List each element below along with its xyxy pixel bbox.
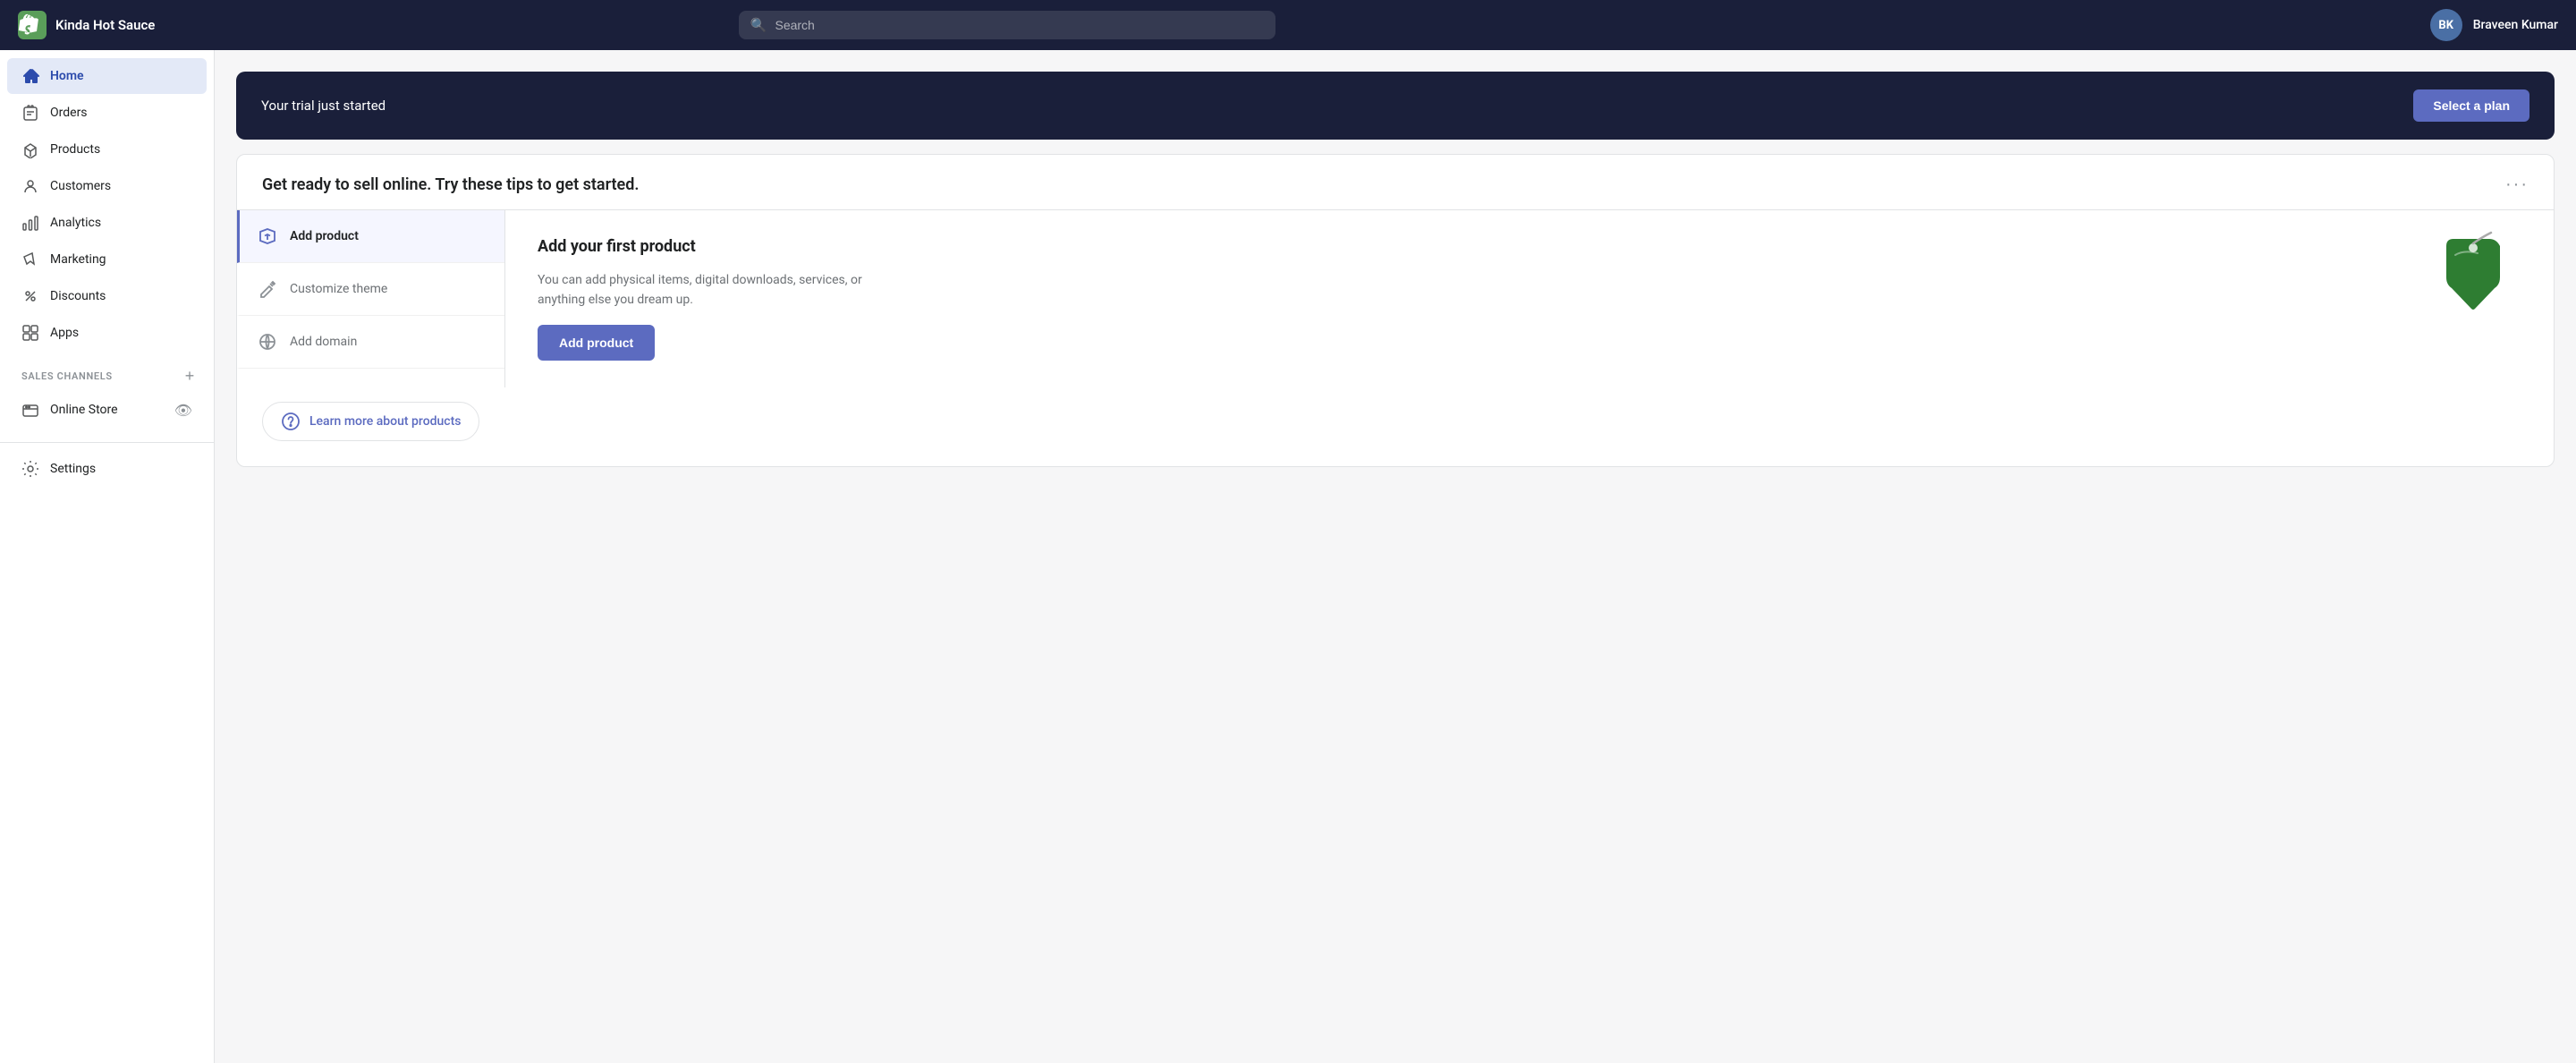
home-icon: [21, 67, 39, 85]
discounts-icon: [21, 287, 39, 305]
help-circle-icon: [281, 412, 301, 431]
learn-more-wrap: Learn more about products: [237, 387, 2554, 466]
layout: Home Orders Products Customers Analytics…: [0, 50, 2576, 1063]
sidebar-item-apps[interactable]: Apps: [7, 315, 207, 351]
sidebar-item-discounts[interactable]: Discounts: [7, 278, 207, 314]
add-sales-channel-button[interactable]: +: [180, 366, 199, 386]
online-store-icon: [21, 401, 39, 419]
tips-header: Get ready to sell online. Try these tips…: [237, 155, 2554, 209]
sales-channels-header: SALES CHANNELS +: [0, 352, 214, 391]
sidebar-item-home-label: Home: [50, 69, 84, 83]
main-content: Your trial just started Select a plan Ge…: [215, 50, 2576, 1063]
trial-text: Your trial just started: [261, 98, 386, 114]
sidebar-item-home[interactable]: Home: [7, 58, 207, 94]
sidebar-item-marketing[interactable]: Marketing: [7, 242, 207, 277]
sidebar-item-marketing-label: Marketing: [50, 252, 106, 267]
online-store-label: Online Store: [50, 403, 118, 417]
sidebar-item-customers[interactable]: Customers: [7, 168, 207, 204]
learn-more-link[interactable]: Learn more about products: [262, 402, 479, 441]
tip-item-customize-theme[interactable]: Customize theme: [237, 263, 504, 316]
add-product-detail-button[interactable]: Add product: [538, 325, 655, 361]
avatar[interactable]: BK: [2430, 9, 2462, 41]
brand[interactable]: Kinda Hot Sauce: [18, 11, 155, 39]
sidebar-item-apps-label: Apps: [50, 326, 79, 340]
orders-icon: [21, 104, 39, 122]
tip-label-add-domain: Add domain: [290, 335, 357, 349]
tip-label-customize-theme: Customize theme: [290, 282, 387, 296]
tip-item-add-domain[interactable]: Add domain: [237, 316, 504, 369]
tip-label-add-product: Add product: [290, 229, 359, 243]
more-options-button[interactable]: ···: [2505, 174, 2529, 195]
tip-detail: Add your first product You can add physi…: [505, 210, 2554, 387]
tips-card: Get ready to sell online. Try these tips…: [236, 154, 2555, 467]
search-icon: 🔍: [750, 17, 767, 33]
product-illustration: [2428, 228, 2518, 327]
tips-title: Get ready to sell online. Try these tips…: [262, 175, 639, 194]
sales-channels-label: SALES CHANNELS: [21, 370, 113, 382]
user-name: Braveen Kumar: [2473, 18, 2558, 32]
settings-icon: [21, 460, 39, 478]
sidebar-item-products-label: Products: [50, 142, 100, 157]
tips-list: Add product Customize theme: [237, 210, 505, 387]
tip-detail-description: You can add physical items, digital down…: [538, 270, 895, 310]
marketing-icon: [21, 251, 39, 268]
search-bar: 🔍: [739, 11, 1275, 39]
visibility-icon[interactable]: 👁: [174, 402, 192, 419]
shopify-logo-icon: [18, 11, 47, 39]
analytics-icon: [21, 214, 39, 232]
store-name: Kinda Hot Sauce: [55, 17, 155, 33]
sidebar-item-orders[interactable]: Orders: [7, 95, 207, 131]
customers-icon: [21, 177, 39, 195]
sidebar-item-settings-label: Settings: [50, 462, 96, 476]
tips-body: Add product Customize theme: [237, 209, 2554, 387]
sidebar-item-discounts-label: Discounts: [50, 289, 106, 303]
search-input[interactable]: [739, 11, 1275, 39]
sidebar-item-online-store[interactable]: Online Store 👁: [7, 392, 207, 428]
sidebar-item-analytics[interactable]: Analytics: [7, 205, 207, 241]
topnav: Kinda Hot Sauce 🔍 BK Braveen Kumar: [0, 0, 2576, 50]
products-icon: [21, 140, 39, 158]
sidebar: Home Orders Products Customers Analytics…: [0, 50, 215, 1063]
sidebar-item-orders-label: Orders: [50, 106, 88, 120]
add-product-icon: [258, 226, 277, 246]
learn-more-label: Learn more about products: [309, 414, 461, 429]
online-store-left: Online Store: [21, 401, 118, 419]
sidebar-item-settings[interactable]: Settings: [7, 451, 207, 487]
customize-theme-icon: [258, 279, 277, 299]
tip-detail-title: Add your first product: [538, 237, 2521, 256]
trial-banner: Your trial just started Select a plan: [236, 72, 2555, 140]
select-plan-button[interactable]: Select a plan: [2413, 89, 2529, 122]
tip-item-add-product[interactable]: Add product: [237, 210, 504, 263]
apps-icon: [21, 324, 39, 342]
sidebar-item-customers-label: Customers: [50, 179, 111, 193]
sidebar-item-products[interactable]: Products: [7, 132, 207, 167]
topnav-right: BK Braveen Kumar: [2430, 9, 2558, 41]
add-domain-icon: [258, 332, 277, 352]
sidebar-item-analytics-label: Analytics: [50, 216, 101, 230]
